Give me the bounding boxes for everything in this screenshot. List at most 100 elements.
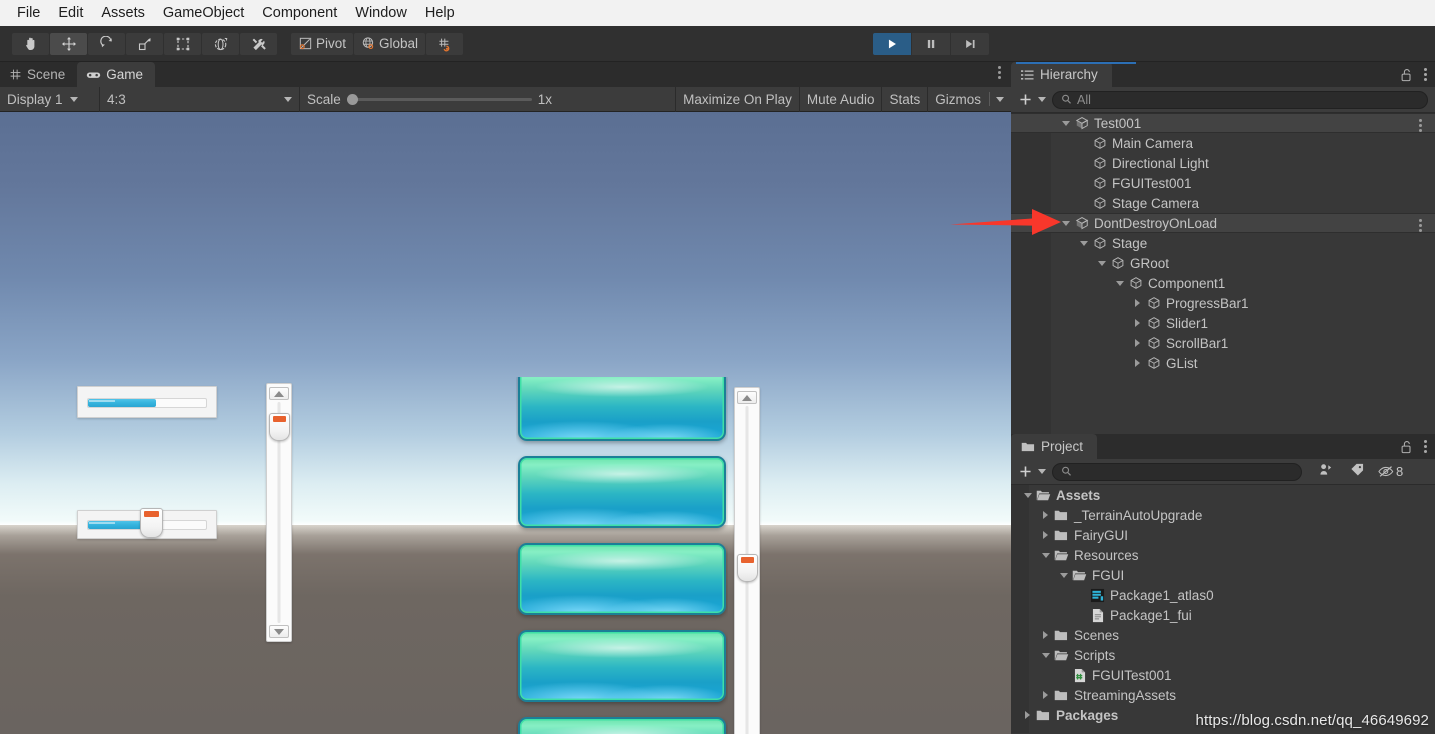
project-search-field[interactable] [1077, 464, 1293, 479]
hierarchy-row[interactable]: DontDestroyOnLoad [1011, 213, 1435, 233]
tab-hierarchy[interactable]: Hierarchy [1011, 62, 1112, 87]
slider-widget[interactable] [77, 508, 217, 539]
project-row[interactable]: _TerrainAutoUpgrade [1011, 505, 1435, 525]
filter-by-type-button[interactable] [1314, 462, 1337, 482]
scrollbar-right-arrow-up[interactable] [737, 391, 757, 404]
global-toggle-button[interactable]: Global [354, 32, 426, 55]
scale-slider-knob[interactable] [346, 93, 358, 105]
filter-by-label-button[interactable] [1346, 463, 1369, 481]
twisty-expanded-icon[interactable] [1057, 572, 1070, 578]
custom-tool-button[interactable] [240, 32, 277, 55]
scrollbar-widget-left[interactable] [266, 383, 292, 642]
hidden-assets-indicator[interactable]: 8 [1378, 464, 1403, 479]
hierarchy-add-button[interactable] [1018, 92, 1046, 107]
pivot-toggle-button[interactable]: Pivot [291, 32, 354, 55]
menu-item-component[interactable]: Component [253, 0, 346, 26]
twisty-expanded-icon[interactable] [1095, 260, 1108, 266]
menu-item-window[interactable]: Window [346, 0, 416, 26]
scrollbar-left-thumb[interactable] [269, 413, 290, 441]
hierarchy-row[interactable]: Directional Light [1011, 153, 1435, 173]
scrollbar-left-arrow-down[interactable] [269, 625, 289, 638]
hierarchy-row[interactable]: Test001 [1011, 113, 1435, 133]
display-dropdown[interactable]: Display 1 [0, 86, 100, 112]
twisty-expanded-icon[interactable] [1021, 492, 1034, 498]
twisty-collapsed-icon[interactable] [1039, 631, 1052, 639]
game-panel-menu-icon[interactable] [998, 66, 1001, 79]
menu-item-edit[interactable]: Edit [49, 0, 92, 26]
scrollbar-left-arrow-up[interactable] [269, 387, 289, 400]
project-row[interactable]: Package1_fui [1011, 605, 1435, 625]
project-row[interactable]: Assets [1011, 485, 1435, 505]
maximize-on-play-button[interactable]: Maximize On Play [675, 86, 800, 112]
list-item[interactable] [518, 543, 726, 615]
project-row[interactable]: FGUI [1011, 565, 1435, 585]
twisty-expanded-icon[interactable] [1039, 652, 1052, 658]
project-row[interactable]: FGUITest001 [1011, 665, 1435, 685]
hierarchy-tree[interactable]: Test001 Main Camera Directional Light FGUIT… [1011, 113, 1435, 434]
project-row[interactable]: Scenes [1011, 625, 1435, 645]
hierarchy-row[interactable]: ScrollBar1 [1011, 333, 1435, 353]
tab-game[interactable]: Game [77, 62, 156, 87]
rect-tool-button[interactable] [164, 32, 201, 55]
scale-tool-button[interactable] [126, 32, 163, 55]
glist-widget[interactable] [516, 377, 728, 734]
hierarchy-row[interactable]: Component1 [1011, 273, 1435, 293]
hierarchy-row[interactable]: ProgressBar1 [1011, 293, 1435, 313]
hierarchy-menu-icon[interactable] [1424, 68, 1427, 81]
hierarchy-row[interactable]: Stage Camera [1011, 193, 1435, 213]
mute-audio-button[interactable]: Mute Audio [800, 86, 883, 112]
hierarchy-search-input[interactable] [1052, 90, 1428, 109]
list-item[interactable] [518, 630, 726, 702]
project-row[interactable]: FairyGUI [1011, 525, 1435, 545]
grid-snap-button[interactable] [426, 32, 464, 55]
twisty-collapsed-icon[interactable] [1039, 531, 1052, 539]
twisty-expanded-icon[interactable] [1059, 220, 1072, 226]
progressbar-widget[interactable] [77, 386, 217, 418]
project-row[interactable]: Package1_atlas0 [1011, 585, 1435, 605]
scrollbar-widget-right[interactable] [734, 387, 760, 734]
twisty-expanded-icon[interactable] [1077, 240, 1090, 246]
scale-slider-group[interactable]: Scale 1x [300, 87, 559, 112]
twisty-collapsed-icon[interactable] [1039, 691, 1052, 699]
tab-project[interactable]: Project [1011, 434, 1098, 459]
tab-scene[interactable]: Scene [0, 62, 78, 87]
row-menu-icon[interactable] [1419, 219, 1422, 232]
twisty-collapsed-icon[interactable] [1131, 299, 1144, 307]
hierarchy-row[interactable]: Slider1 [1011, 313, 1435, 333]
project-menu-icon[interactable] [1424, 440, 1427, 453]
twisty-collapsed-icon[interactable] [1131, 339, 1144, 347]
menu-item-help[interactable]: Help [416, 0, 464, 26]
list-item[interactable] [518, 717, 726, 734]
hierarchy-row[interactable]: GRoot [1011, 253, 1435, 273]
project-row[interactable]: Resources [1011, 545, 1435, 565]
list-item[interactable] [518, 377, 726, 441]
project-tree[interactable]: Assets _TerrainAutoUpgrade FairyGUI Resourc… [1011, 485, 1435, 733]
rotate-tool-button[interactable] [88, 32, 125, 55]
gizmos-dropdown[interactable]: Gizmos [928, 87, 1011, 112]
row-menu-icon[interactable] [1419, 119, 1422, 132]
twisty-collapsed-icon[interactable] [1131, 359, 1144, 367]
twisty-expanded-icon[interactable] [1059, 120, 1072, 126]
project-add-button[interactable] [1018, 464, 1046, 479]
aspect-dropdown[interactable]: 4:3 [100, 86, 300, 112]
twisty-expanded-icon[interactable] [1113, 280, 1126, 286]
stats-button[interactable]: Stats [882, 86, 929, 112]
step-button[interactable] [951, 33, 989, 55]
twisty-expanded-icon[interactable] [1039, 552, 1052, 558]
twisty-collapsed-icon[interactable] [1131, 319, 1144, 327]
game-render-canvas[interactable] [0, 112, 1011, 734]
hierarchy-row[interactable]: FGUITest001 [1011, 173, 1435, 193]
twisty-collapsed-icon[interactable] [1039, 511, 1052, 519]
hierarchy-row[interactable]: Main Camera [1011, 133, 1435, 153]
scrollbar-right-thumb[interactable] [737, 554, 758, 582]
play-button[interactable] [873, 33, 911, 55]
project-row[interactable]: StreamingAssets [1011, 685, 1435, 705]
scale-slider-track[interactable] [346, 93, 532, 105]
transform-tool-button[interactable] [202, 32, 239, 55]
list-item[interactable] [518, 456, 726, 528]
menu-item-assets[interactable]: Assets [92, 0, 154, 26]
hierarchy-row[interactable]: Stage [1011, 233, 1435, 253]
slider-thumb[interactable] [140, 508, 163, 538]
twisty-collapsed-icon[interactable] [1021, 711, 1034, 719]
menu-item-file[interactable]: File [8, 0, 49, 26]
